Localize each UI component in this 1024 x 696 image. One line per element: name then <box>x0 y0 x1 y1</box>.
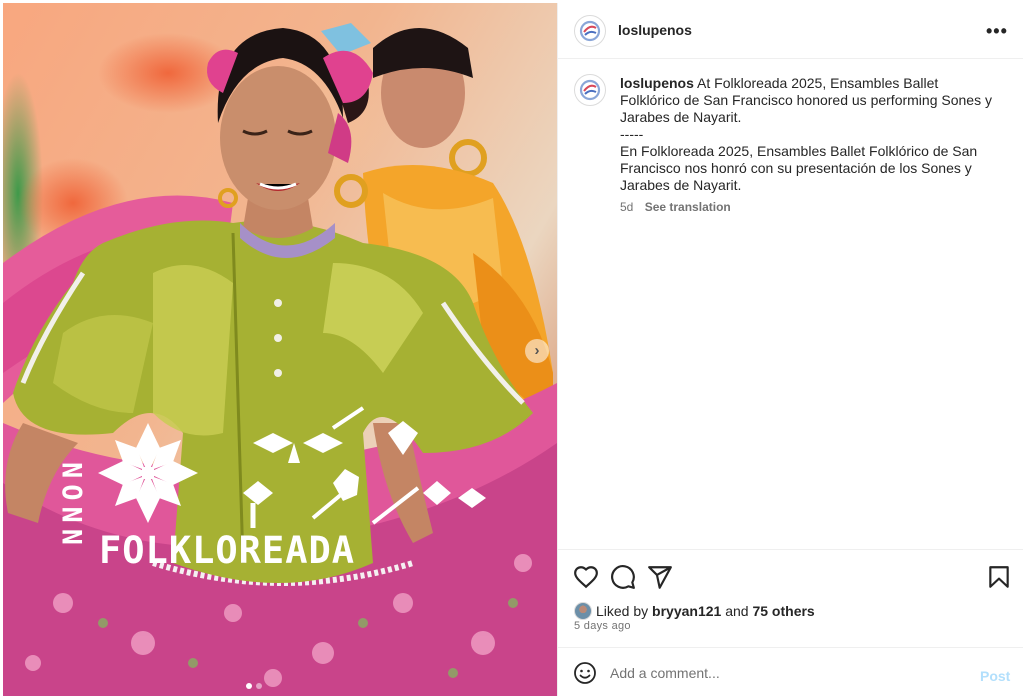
author-avatar[interactable] <box>574 15 606 47</box>
more-horizontal-icon[interactable]: ••• <box>986 21 1008 42</box>
overlay-vertical-text: NNON <box>58 455 90 545</box>
caption-text-es: En Folkloreada 2025, Ensambles Ballet Fo… <box>620 143 978 193</box>
carousel-dot-active <box>246 683 252 689</box>
caption-age[interactable]: 5d <box>620 200 633 214</box>
lupenos-logo-icon <box>579 20 601 42</box>
heart-icon[interactable] <box>573 564 599 590</box>
comment-bar: Post <box>558 647 1023 696</box>
carousel-dot <box>256 683 262 689</box>
caption-avatar[interactable] <box>574 74 606 106</box>
comment-input[interactable] <box>610 661 950 685</box>
comment-icon[interactable] <box>610 564 636 590</box>
send-icon[interactable] <box>647 564 673 590</box>
likes-others-link[interactable]: 75 others <box>752 603 814 619</box>
carousel-next-button[interactable]: › <box>525 339 549 363</box>
likes-summary[interactable]: Liked by bryyan121 and 75 others <box>574 602 815 620</box>
carousel-dots <box>246 683 262 689</box>
dancer-photo <box>3 23 557 696</box>
post-comment-button[interactable]: Post <box>980 668 1010 684</box>
see-translation-link[interactable]: See translation <box>645 200 731 214</box>
caption-meta: 5d See translation <box>620 199 995 216</box>
lupenos-logo-icon <box>579 79 601 101</box>
caption-username[interactable]: loslupenos <box>620 75 694 91</box>
likes-prefix: Liked by <box>596 603 649 619</box>
author-username[interactable]: loslupenos <box>618 22 692 38</box>
caption-separator: ----- <box>620 126 644 142</box>
post-timestamp: 5 days ago <box>574 620 631 632</box>
post-caption: loslupenos At Folkloreada 2025, Ensamble… <box>620 75 995 216</box>
action-bar: Liked by bryyan121 and 75 others <box>558 549 1023 647</box>
liker-username[interactable]: bryyan121 <box>652 603 721 619</box>
post-header: loslupenos ••• <box>558 3 1023 59</box>
emoji-icon[interactable] <box>573 661 597 685</box>
liker-avatar[interactable] <box>574 602 592 620</box>
post-media[interactable]: › NNON FOLKLOREADA <box>3 3 557 696</box>
post-side-panel: loslupenos ••• loslupenos At Folkloreada… <box>557 3 1023 696</box>
likes-joiner: and <box>725 603 749 619</box>
bookmark-icon[interactable] <box>986 564 1012 590</box>
overlay-title: FOLKLOREADA <box>99 529 356 572</box>
